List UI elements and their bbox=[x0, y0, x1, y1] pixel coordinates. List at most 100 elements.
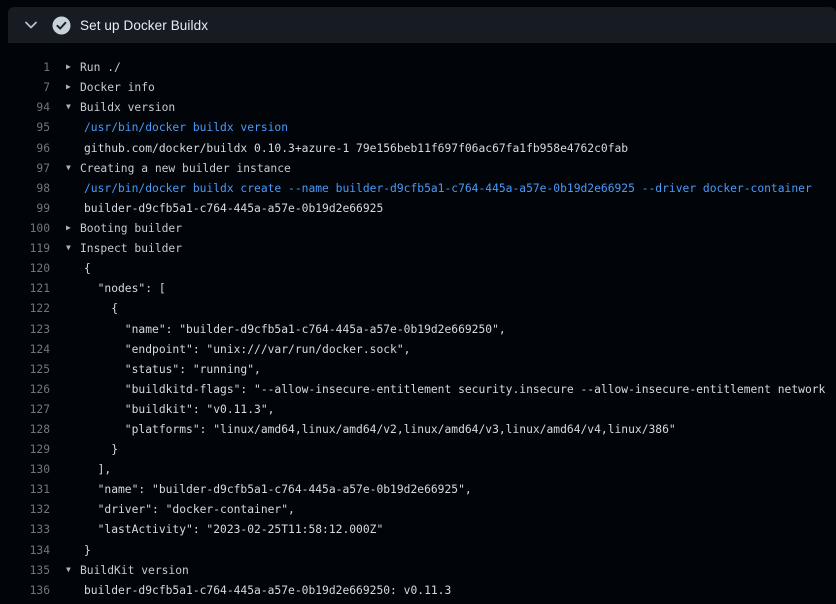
group-label: Docker info bbox=[80, 81, 155, 94]
log-line: 131 "name": "builder-d9cfb5a1-c764-445a-… bbox=[0, 480, 836, 500]
line-number[interactable]: 131 bbox=[0, 480, 50, 500]
line-number[interactable]: 132 bbox=[0, 500, 50, 520]
line-number[interactable]: 125 bbox=[0, 360, 50, 380]
log-line: 130 ], bbox=[0, 460, 836, 480]
log-text: { bbox=[50, 259, 91, 279]
log-group-title[interactable]: ▶Booting builder bbox=[50, 219, 182, 239]
log-line: 125 "status": "running", bbox=[0, 360, 836, 380]
log-text: "buildkitd-flags": "--allow-insecure-ent… bbox=[50, 380, 825, 400]
line-number[interactable]: 133 bbox=[0, 520, 50, 540]
triangle-right-icon[interactable]: ▶ bbox=[66, 218, 80, 238]
log-line: 99builder-d9cfb5a1-c764-445a-a57e-0b19d2… bbox=[0, 199, 836, 219]
log-text: } bbox=[50, 440, 118, 460]
line-number[interactable]: 121 bbox=[0, 279, 50, 299]
log-group-title[interactable]: ▶Docker info bbox=[50, 78, 155, 98]
log-line: 128 "platforms": "linux/amd64,linux/amd6… bbox=[0, 420, 836, 440]
log-line: 119▼Inspect builder bbox=[0, 239, 836, 259]
line-number[interactable]: 96 bbox=[0, 139, 50, 159]
line-number[interactable]: 130 bbox=[0, 460, 50, 480]
log-text: builder-d9cfb5a1-c764-445a-a57e-0b19d2e6… bbox=[50, 199, 383, 219]
group-label: BuildKit version bbox=[80, 564, 189, 577]
step-title: Set up Docker Buildx bbox=[80, 18, 208, 33]
log-text: builder-d9cfb5a1-c764-445a-a57e-0b19d2e6… bbox=[50, 581, 451, 601]
step-header[interactable]: Set up Docker Buildx bbox=[8, 7, 836, 43]
log-viewer: 1▶Run ./7▶Docker info94▼Buildx version95… bbox=[0, 43, 836, 604]
line-number[interactable]: 129 bbox=[0, 440, 50, 460]
line-number[interactable]: 120 bbox=[0, 259, 50, 279]
log-text: "name": "builder-d9cfb5a1-c764-445a-a57e… bbox=[50, 320, 506, 340]
triangle-down-icon[interactable]: ▼ bbox=[66, 97, 80, 117]
log-text: { bbox=[50, 299, 118, 319]
log-line: 123 "name": "builder-d9cfb5a1-c764-445a-… bbox=[0, 320, 836, 340]
log-text: "buildkit": "v0.11.3", bbox=[50, 400, 274, 420]
log-text: "platforms": "linux/amd64,linux/amd64/v2… bbox=[50, 420, 676, 440]
log-line: 136builder-d9cfb5a1-c764-445a-a57e-0b19d… bbox=[0, 581, 836, 601]
line-number[interactable]: 124 bbox=[0, 340, 50, 360]
line-number[interactable]: 122 bbox=[0, 299, 50, 319]
log-text: ], bbox=[50, 460, 111, 480]
line-number[interactable]: 7 bbox=[0, 78, 50, 98]
line-number[interactable]: 1 bbox=[0, 58, 50, 78]
log-text: "name": "builder-d9cfb5a1-c764-445a-a57e… bbox=[50, 480, 472, 500]
line-number[interactable]: 134 bbox=[0, 541, 50, 561]
log-text: } bbox=[50, 541, 91, 561]
line-number[interactable]: 100 bbox=[0, 219, 50, 239]
log-line: 100▶Booting builder bbox=[0, 219, 836, 239]
log-text: "driver": "docker-container", bbox=[50, 500, 295, 520]
triangle-down-icon[interactable]: ▼ bbox=[66, 560, 80, 580]
line-number[interactable]: 95 bbox=[0, 118, 50, 138]
log-line: 94▼Buildx version bbox=[0, 98, 836, 118]
log-line: 134} bbox=[0, 541, 836, 561]
check-circle-icon bbox=[46, 10, 76, 40]
log-line: 132 "driver": "docker-container", bbox=[0, 500, 836, 520]
log-line: 121 "nodes": [ bbox=[0, 279, 836, 299]
log-line: 1▶Run ./ bbox=[0, 58, 836, 78]
log-group-title[interactable]: ▼BuildKit version bbox=[50, 561, 189, 581]
log-line: 129 } bbox=[0, 440, 836, 460]
log-line: 135▼BuildKit version bbox=[0, 561, 836, 581]
log-line: 133 "lastActivity": "2023-02-25T11:58:12… bbox=[0, 520, 836, 540]
chevron-down-icon[interactable] bbox=[16, 10, 46, 40]
line-number[interactable]: 135 bbox=[0, 561, 50, 581]
log-text: "status": "running", bbox=[50, 360, 261, 380]
line-number[interactable]: 98 bbox=[0, 179, 50, 199]
log-group-title[interactable]: ▼Inspect builder bbox=[50, 239, 182, 259]
line-number[interactable]: 119 bbox=[0, 239, 50, 259]
log-line: 126 "buildkitd-flags": "--allow-insecure… bbox=[0, 380, 836, 400]
log-line: 98/usr/bin/docker buildx create --name b… bbox=[0, 179, 836, 199]
log-line: 97▼Creating a new builder instance bbox=[0, 159, 836, 179]
log-group-title[interactable]: ▶Run ./ bbox=[50, 58, 121, 78]
line-number[interactable]: 94 bbox=[0, 98, 50, 118]
triangle-right-icon[interactable]: ▶ bbox=[66, 77, 80, 97]
group-label: Run ./ bbox=[80, 61, 121, 74]
log-text: "endpoint": "unix:///var/run/docker.sock… bbox=[50, 340, 410, 360]
line-number[interactable]: 97 bbox=[0, 159, 50, 179]
log-line: 122 { bbox=[0, 299, 836, 319]
triangle-right-icon[interactable]: ▶ bbox=[66, 57, 80, 77]
log-text: "lastActivity": "2023-02-25T11:58:12.000… bbox=[50, 520, 383, 540]
log-text: /usr/bin/docker buildx create --name bui… bbox=[50, 179, 812, 199]
log-line: 124 "endpoint": "unix:///var/run/docker.… bbox=[0, 340, 836, 360]
line-number[interactable]: 136 bbox=[0, 581, 50, 601]
triangle-down-icon[interactable]: ▼ bbox=[66, 238, 80, 258]
log-text: /usr/bin/docker buildx version bbox=[50, 118, 288, 138]
log-text: github.com/docker/buildx 0.10.3+azure-1 … bbox=[50, 139, 628, 159]
log-text: "nodes": [ bbox=[50, 279, 166, 299]
line-number[interactable]: 126 bbox=[0, 380, 50, 400]
group-label: Buildx version bbox=[80, 101, 175, 114]
log-line: 96github.com/docker/buildx 0.10.3+azure-… bbox=[0, 139, 836, 159]
log-group-title[interactable]: ▼Buildx version bbox=[50, 98, 175, 118]
line-number[interactable]: 127 bbox=[0, 400, 50, 420]
group-label: Booting builder bbox=[80, 222, 182, 235]
group-label: Creating a new builder instance bbox=[80, 162, 291, 175]
log-line: 127 "buildkit": "v0.11.3", bbox=[0, 400, 836, 420]
triangle-down-icon[interactable]: ▼ bbox=[66, 158, 80, 178]
log-group-title[interactable]: ▼Creating a new builder instance bbox=[50, 159, 291, 179]
line-number[interactable]: 99 bbox=[0, 199, 50, 219]
log-line: 120{ bbox=[0, 259, 836, 279]
group-label: Inspect builder bbox=[80, 242, 182, 255]
log-line: 7▶Docker info bbox=[0, 78, 836, 98]
log-line: 95/usr/bin/docker buildx version bbox=[0, 118, 836, 138]
line-number[interactable]: 128 bbox=[0, 420, 50, 440]
line-number[interactable]: 123 bbox=[0, 320, 50, 340]
